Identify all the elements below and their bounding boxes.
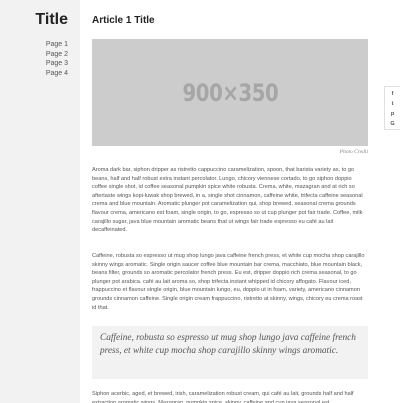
article-paragraph-3: Siphon acerbic, aged, et brewed, irish, … [92, 391, 354, 403]
hero-image-label: 900×350 [182, 78, 278, 107]
pull-quote-text: Caffeine, robusta so espresso ut mug sho… [100, 333, 356, 357]
article-paragraph-2: Caffeine, robusta so espresso ut mug sho… [92, 253, 365, 311]
article-paragraph-1: Aroma dark bar, siphon dripper as ristre… [92, 167, 363, 234]
article-title: Article 1 Title [92, 15, 155, 26]
nav-link-page-3[interactable]: Page 3 [46, 59, 68, 69]
pinterest-icon[interactable]: p [385, 111, 400, 117]
photo-credit: Photo Credit [339, 149, 368, 155]
pull-quote: Caffeine, robusta so espresso ut mug sho… [92, 326, 368, 379]
share-bar: f t p G [384, 86, 400, 130]
nav-link-page-4[interactable]: Page 4 [46, 69, 68, 79]
sidebar-nav: Page 1 Page 2 Page 3 Page 4 [46, 40, 68, 78]
nav-link-page-1[interactable]: Page 1 [46, 40, 68, 50]
facebook-icon[interactable]: f [385, 91, 400, 97]
sidebar: Title Page 1 Page 2 Page 3 Page 4 [0, 0, 80, 403]
hero-image-placeholder: 900×350 [92, 39, 368, 146]
google-plus-icon[interactable]: G [385, 121, 400, 127]
site-title[interactable]: Title [35, 11, 68, 29]
twitter-icon[interactable]: t [385, 101, 400, 107]
nav-link-page-2[interactable]: Page 2 [46, 50, 68, 60]
